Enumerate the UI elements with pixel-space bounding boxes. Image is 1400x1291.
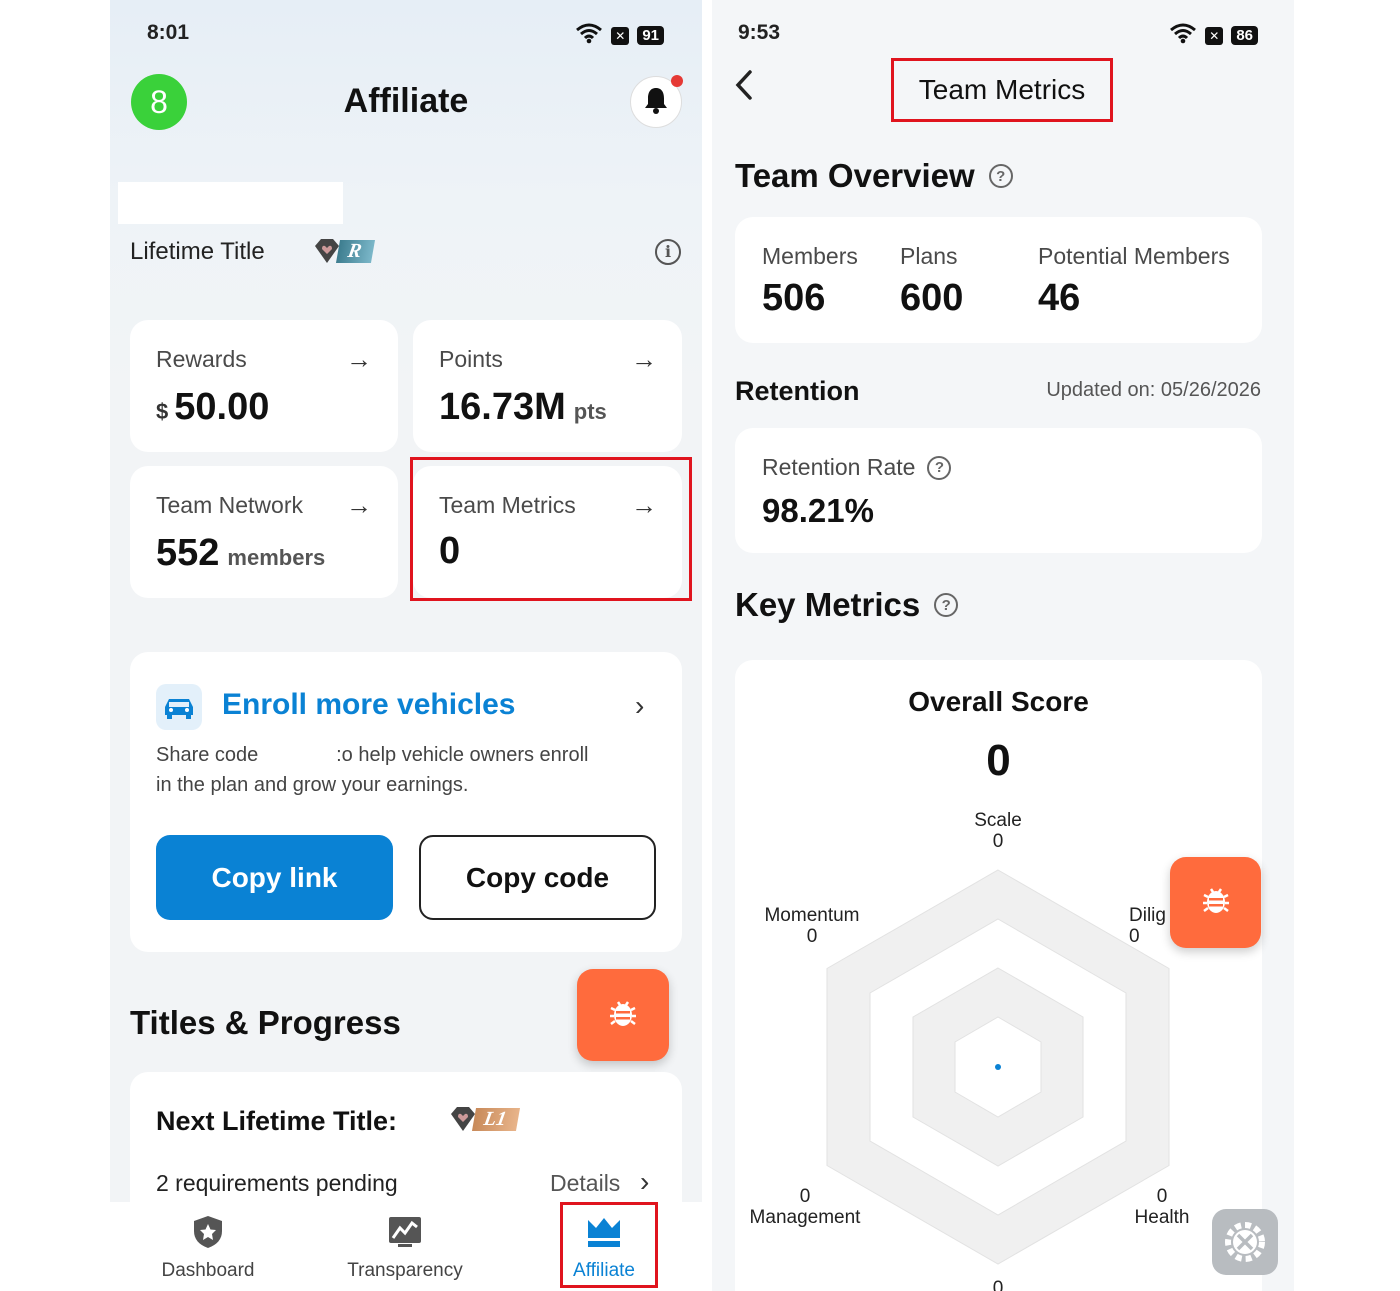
- radar-axis-momentum: Momentum 0: [764, 905, 860, 947]
- chevron-right-icon[interactable]: ›: [635, 690, 644, 722]
- notification-dot: [671, 75, 683, 87]
- notification-x-icon: ✕: [1205, 26, 1224, 45]
- team-overview-header: Team Overview ?: [735, 157, 1013, 195]
- retention-updated: Updated on: 05/26/2026: [1046, 379, 1261, 401]
- points-label: Points: [439, 346, 503, 372]
- enroll-title[interactable]: Enroll more vehicles: [222, 688, 515, 722]
- chart-icon: [389, 1217, 421, 1247]
- radar-center-point: [995, 1064, 1001, 1070]
- title-badge-r: R: [312, 236, 376, 266]
- rewards-value: 50.00: [174, 386, 270, 428]
- notification-x-icon: ✕: [611, 26, 630, 45]
- points-unit: pts: [573, 399, 607, 424]
- car-icon: [156, 684, 202, 730]
- key-metrics-heading: Key Metrics: [735, 586, 921, 623]
- status-icons: ✕ 86: [1169, 22, 1258, 49]
- team-overview-card: Members 506 Plans 600 Potential Members …: [735, 217, 1262, 343]
- plans-label: Plans: [900, 243, 958, 269]
- arrow-right-icon: →: [346, 490, 372, 520]
- info-icon[interactable]: i: [655, 239, 681, 265]
- status-time: 9:53: [738, 21, 781, 44]
- bug-icon: [606, 996, 640, 1035]
- chevron-right-icon[interactable]: ›: [640, 1166, 649, 1198]
- retention-heading: Retention: [735, 376, 860, 406]
- highlight-box: [410, 457, 692, 601]
- wifi-icon: [1169, 22, 1197, 49]
- team-network-unit: members: [227, 545, 326, 570]
- retention-rate-label: Retention Rate: [762, 454, 916, 480]
- retention-card: Retention Rate ? 98.21%: [735, 428, 1262, 553]
- radar-axis-management: 0 Management: [749, 1186, 861, 1228]
- bell-icon: [643, 86, 669, 119]
- copy-link-button[interactable]: Copy link: [156, 835, 393, 920]
- status-icons: ✕ 91: [575, 22, 664, 49]
- team-network-card[interactable]: Team Network → 552 members: [130, 466, 398, 598]
- key-metrics-header: Key Metrics ?: [735, 586, 959, 624]
- back-button[interactable]: [732, 68, 756, 107]
- battery-indicator: 86: [1231, 26, 1258, 45]
- requirements-pending: 2 requirements pending: [156, 1170, 398, 1196]
- help-icon[interactable]: ?: [927, 455, 952, 480]
- points-value: 16.73M: [439, 386, 566, 428]
- copy-code-button[interactable]: Copy code: [419, 835, 656, 920]
- redacted-block: [118, 182, 343, 224]
- affiliate-screen: 8:01 ✕ 91 8 Affiliate Lifetime Title R i…: [110, 0, 702, 1291]
- team-metrics-screen: 9:53 ✕ 86 Team Metrics Team Overview ? M…: [712, 0, 1294, 1291]
- points-card[interactable]: Points → 16.73M pts: [413, 320, 682, 452]
- rewards-card[interactable]: Rewards → $ 50.00: [130, 320, 398, 452]
- highlight-box: [891, 58, 1113, 122]
- nav-dashboard-label: Dashboard: [161, 1260, 255, 1281]
- bug-report-button[interactable]: [577, 969, 669, 1061]
- help-icon[interactable]: ?: [988, 164, 1013, 188]
- gear-tools-icon: [1225, 1222, 1265, 1262]
- radar-axis-health: 0 Health: [1134, 1186, 1190, 1228]
- next-title-label: Next Lifetime Title:: [156, 1106, 398, 1136]
- nav-transparency-label: Transparency: [347, 1260, 463, 1281]
- radar-axis-bottom: 0: [992, 1278, 1004, 1291]
- chevron-left-icon: [735, 70, 752, 100]
- radar-axis-scale: Scale 0: [974, 810, 1022, 852]
- team-network-value: 552: [156, 532, 220, 574]
- potential-members-label: Potential Members: [1038, 243, 1230, 269]
- shield-star-icon: [194, 1216, 222, 1248]
- retention-rate-value: 98.21%: [762, 492, 874, 529]
- nav-dashboard[interactable]: Dashboard: [148, 1214, 268, 1282]
- potential-members-value: 46: [1038, 277, 1081, 319]
- arrow-right-icon: →: [631, 344, 657, 374]
- team-network-label: Team Network: [156, 492, 303, 518]
- enroll-desc-line1: Share code :o help vehicle owners enroll: [156, 744, 589, 766]
- team-overview-heading: Team Overview: [735, 157, 975, 194]
- currency-symbol: $: [156, 399, 169, 424]
- details-link[interactable]: Details: [550, 1170, 620, 1197]
- members-value: 506: [762, 277, 826, 319]
- nav-transparency[interactable]: Transparency: [340, 1214, 470, 1282]
- titles-progress-heading: Titles & Progress: [130, 1004, 401, 1041]
- enroll-desc-line2: in the plan and grow your earnings.: [156, 774, 469, 796]
- settings-tools-button[interactable]: [1212, 1209, 1278, 1275]
- page-title: Affiliate: [343, 82, 469, 120]
- title-badge-l1: L1: [448, 1104, 521, 1134]
- plans-value: 600: [900, 277, 964, 319]
- status-time: 8:01: [147, 21, 190, 44]
- battery-indicator: 91: [637, 26, 664, 45]
- help-icon[interactable]: ?: [934, 593, 959, 617]
- bug-report-button[interactable]: [1170, 857, 1261, 948]
- bottom-nav: Dashboard Transparency Affiliate: [110, 1202, 702, 1291]
- bug-icon: [1199, 883, 1233, 922]
- rewards-label: Rewards: [156, 346, 247, 372]
- arrow-right-icon: →: [346, 344, 372, 374]
- key-metrics-card: Overall Score 0 Scale 0 Momentum 0 Dilig…: [735, 660, 1262, 1291]
- highlight-box: [560, 1202, 658, 1288]
- lifetime-title-label: Lifetime Title: [130, 238, 265, 265]
- enroll-card: Enroll more vehicles › Share code :o hel…: [130, 652, 682, 952]
- members-label: Members: [762, 243, 858, 269]
- wifi-icon: [575, 22, 603, 49]
- notification-button[interactable]: [630, 75, 683, 128]
